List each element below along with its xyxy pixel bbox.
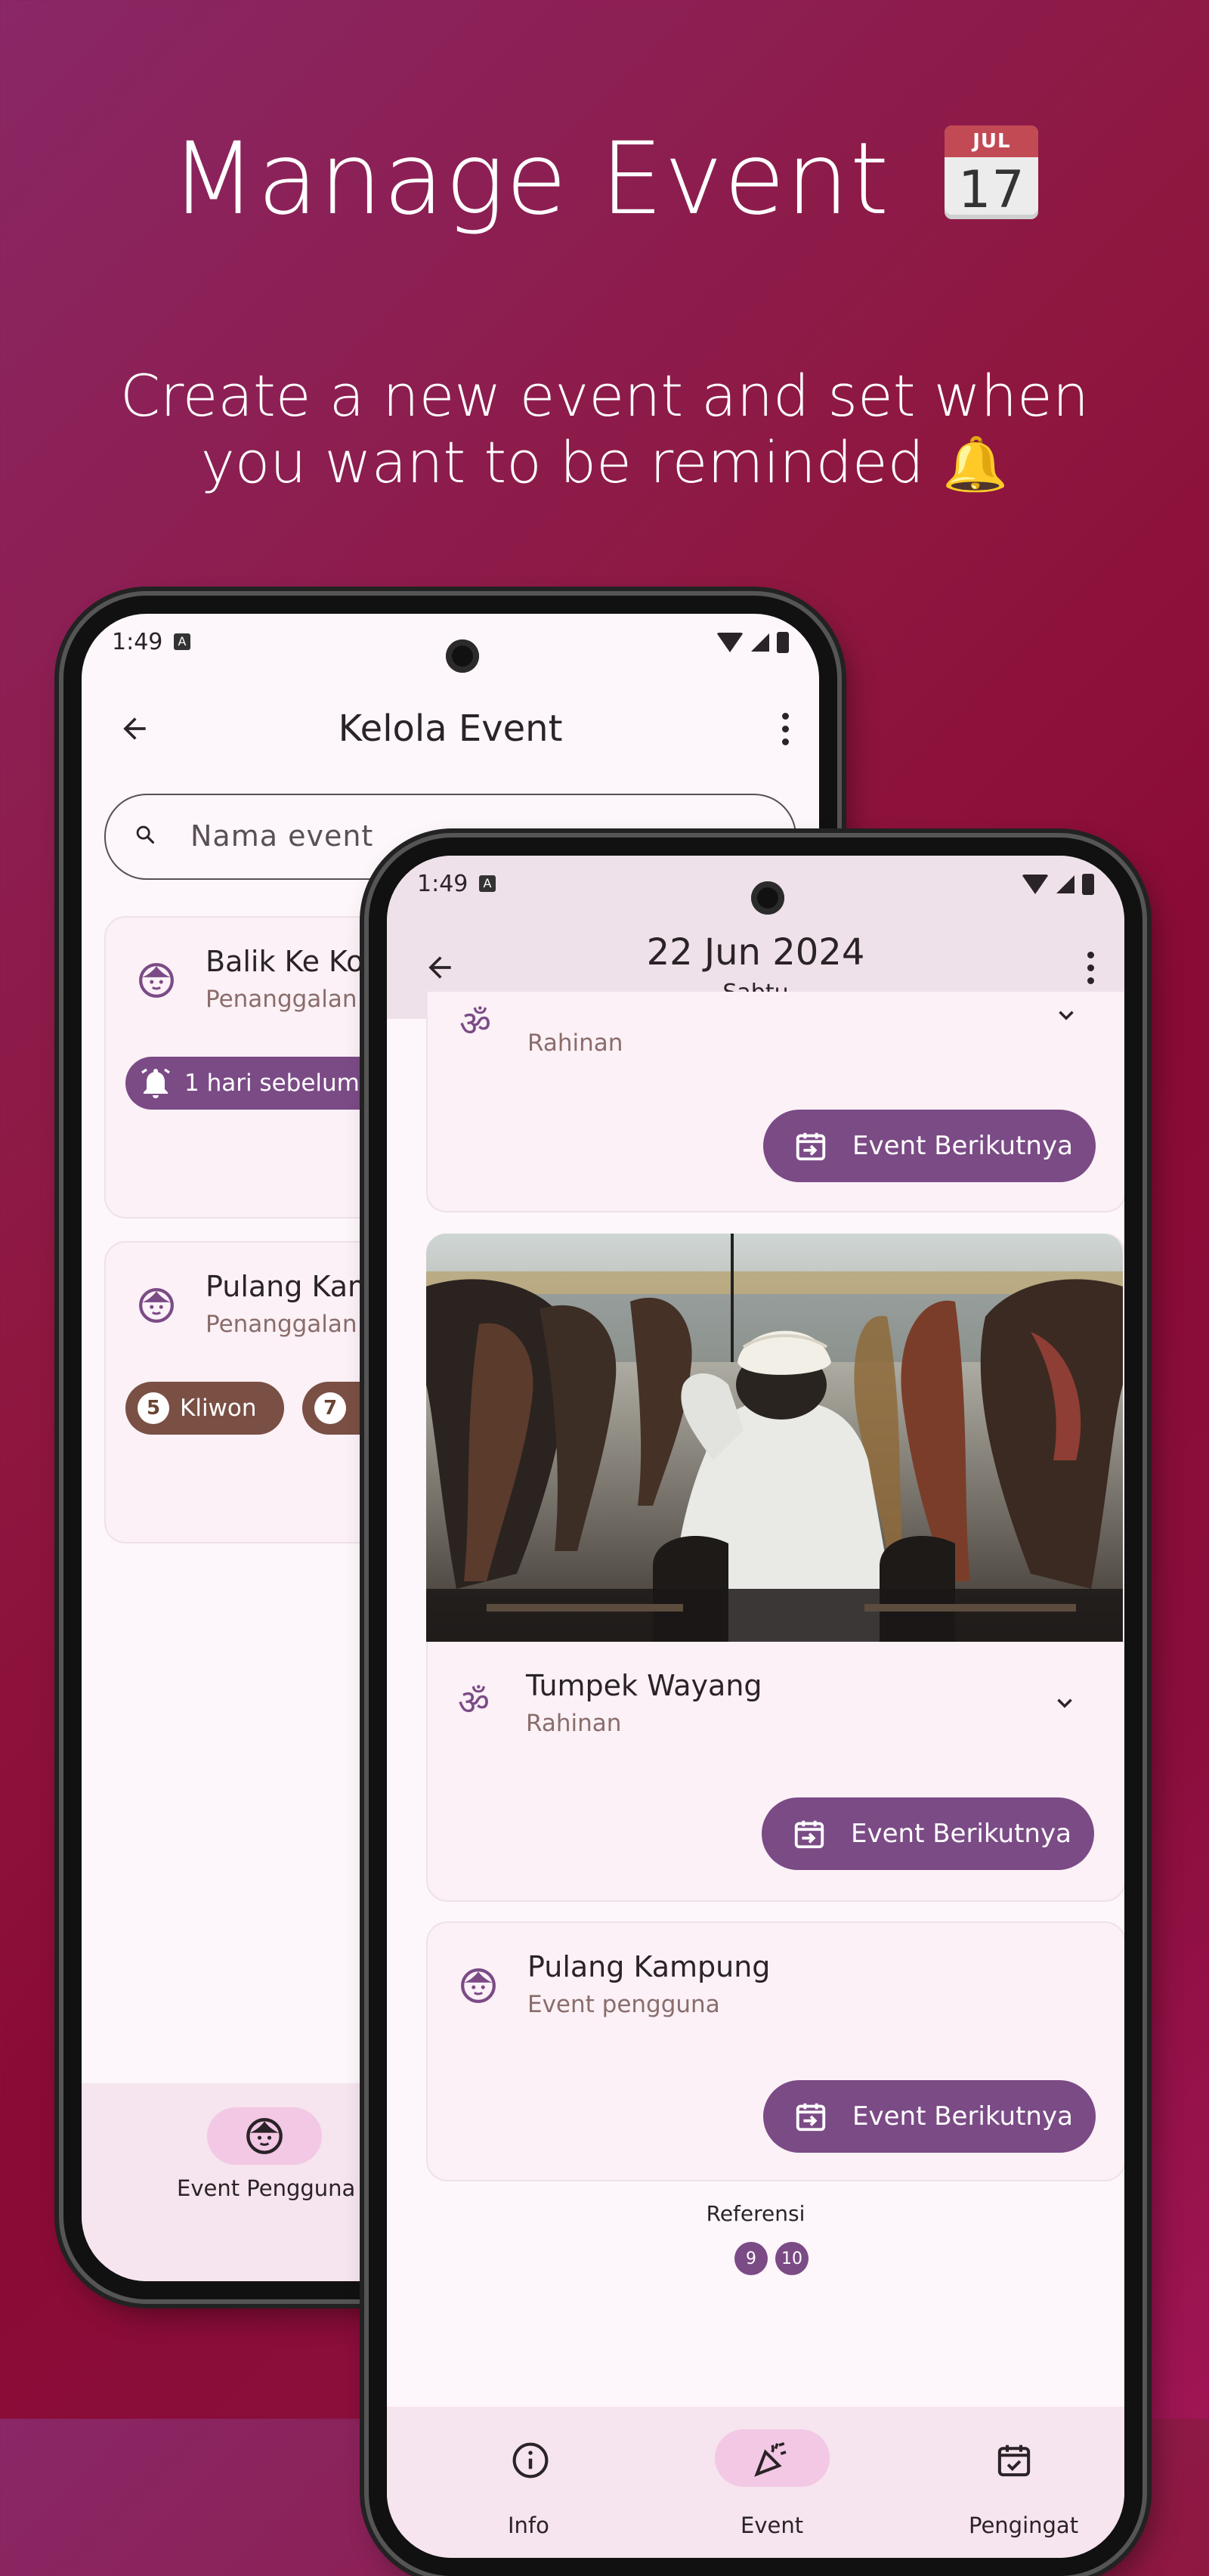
screen-event-detail: 1:49 A 22 Jun 2024 Sabtu ॐ Rahinan bbox=[387, 856, 1124, 2558]
event-title: Tumpek Wayang bbox=[526, 1669, 762, 1702]
om-icon: ॐ bbox=[458, 1682, 490, 1723]
marketing-subtitle: Create a new event and set when you want… bbox=[120, 362, 1089, 496]
wifi-icon bbox=[716, 633, 744, 652]
face-icon bbox=[139, 1288, 174, 1323]
reference-badge[interactable]: 9 bbox=[734, 2242, 768, 2275]
header-date: 22 Jun 2024 bbox=[646, 931, 865, 974]
calendar-check-icon bbox=[997, 2444, 1031, 2477]
dot bbox=[1087, 951, 1094, 958]
bell-icon: 🔔 bbox=[942, 433, 1009, 495]
chevron-down-icon[interactable] bbox=[1053, 1002, 1079, 1028]
wuku-chip: 5 Kliwon bbox=[125, 1382, 284, 1435]
event-subtitle: Rahinan bbox=[527, 1029, 623, 1057]
next-event-button[interactable]: Event Berikutnya bbox=[763, 1110, 1096, 1182]
phone-front: 1:49 A 22 Jun 2024 Sabtu ॐ Rahinan bbox=[369, 838, 1143, 2576]
notification-icon: A bbox=[174, 633, 190, 650]
calendar-emoji-icon: JUL 17 bbox=[945, 125, 1039, 219]
battery-icon bbox=[1082, 874, 1094, 895]
nav-item-info[interactable]: Info bbox=[470, 2429, 591, 2550]
next-event-button[interactable]: Event Berikutnya bbox=[763, 2080, 1096, 2153]
page-title: Kelola Event bbox=[338, 707, 563, 750]
dot bbox=[781, 738, 789, 745]
marketing-title: Manage Event JUL 17 bbox=[0, 121, 1209, 237]
dot bbox=[1087, 964, 1094, 971]
app-bar: Kelola Event bbox=[82, 683, 819, 774]
more-options-button[interactable] bbox=[1079, 945, 1102, 990]
dot bbox=[781, 712, 789, 720]
om-icon: ॐ bbox=[459, 1003, 491, 1044]
event-subtitle: Penanggalan bbox=[206, 1311, 357, 1338]
calendar-next-icon bbox=[796, 2103, 826, 2132]
next-event-button[interactable]: Event Berikutnya bbox=[762, 1797, 1094, 1870]
nav-item-event-pengguna[interactable] bbox=[207, 2107, 322, 2165]
chevron-down-icon[interactable] bbox=[1052, 1690, 1078, 1716]
calendar-next-icon bbox=[794, 1820, 824, 1849]
signal-icon bbox=[1056, 875, 1074, 893]
event-title: Pulang Kampung bbox=[527, 1950, 771, 1983]
alarm-bell-icon bbox=[141, 1068, 170, 1098]
event-subtitle: Event pengguna bbox=[527, 1991, 720, 2018]
event-subtitle: Rahinan bbox=[526, 1710, 622, 1737]
marketing-title-text: Manage Event bbox=[170, 121, 890, 237]
status-bar: 1:49 A bbox=[112, 629, 789, 667]
event-card-pulang-kampung[interactable]: Pulang Kampung Event pengguna Event Beri… bbox=[426, 1921, 1124, 2181]
references-label: Referensi bbox=[706, 2201, 805, 2226]
face-icon bbox=[461, 1968, 496, 2003]
nav-item-event[interactable]: Event bbox=[704, 2429, 840, 2550]
wifi-icon bbox=[1022, 875, 1049, 894]
battery-icon bbox=[777, 632, 789, 653]
event-title: Balik Ke Kota bbox=[206, 945, 393, 978]
bottom-navigation: Info Event Pengingat bbox=[387, 2407, 1124, 2558]
more-options-button[interactable] bbox=[774, 706, 796, 751]
event-card-rahinan-top[interactable]: ॐ Rahinan Event Berikutnya bbox=[426, 992, 1124, 1212]
nav-item-pengingat[interactable]: Pengingat bbox=[946, 2429, 1082, 2550]
info-icon bbox=[512, 2442, 549, 2478]
notification-icon: A bbox=[479, 875, 496, 892]
face-icon bbox=[246, 2118, 283, 2154]
calendar-next-icon bbox=[796, 1132, 826, 1161]
search-icon bbox=[136, 825, 155, 844]
status-bar: 1:49 A bbox=[417, 871, 1094, 909]
party-icon bbox=[754, 2442, 787, 2477]
dot bbox=[781, 725, 789, 732]
nav-label: Event Pengguna bbox=[177, 2175, 356, 2201]
signal-icon bbox=[751, 633, 769, 652]
reference-badge[interactable]: 10 bbox=[775, 2242, 809, 2275]
wayang-performance-image bbox=[426, 1234, 1123, 1642]
search-placeholder: Nama event bbox=[190, 819, 374, 853]
event-subtitle: Penanggalan bbox=[206, 986, 357, 1013]
face-icon bbox=[139, 963, 174, 998]
dot bbox=[1087, 977, 1094, 984]
wayang-photo bbox=[426, 1234, 1123, 1642]
